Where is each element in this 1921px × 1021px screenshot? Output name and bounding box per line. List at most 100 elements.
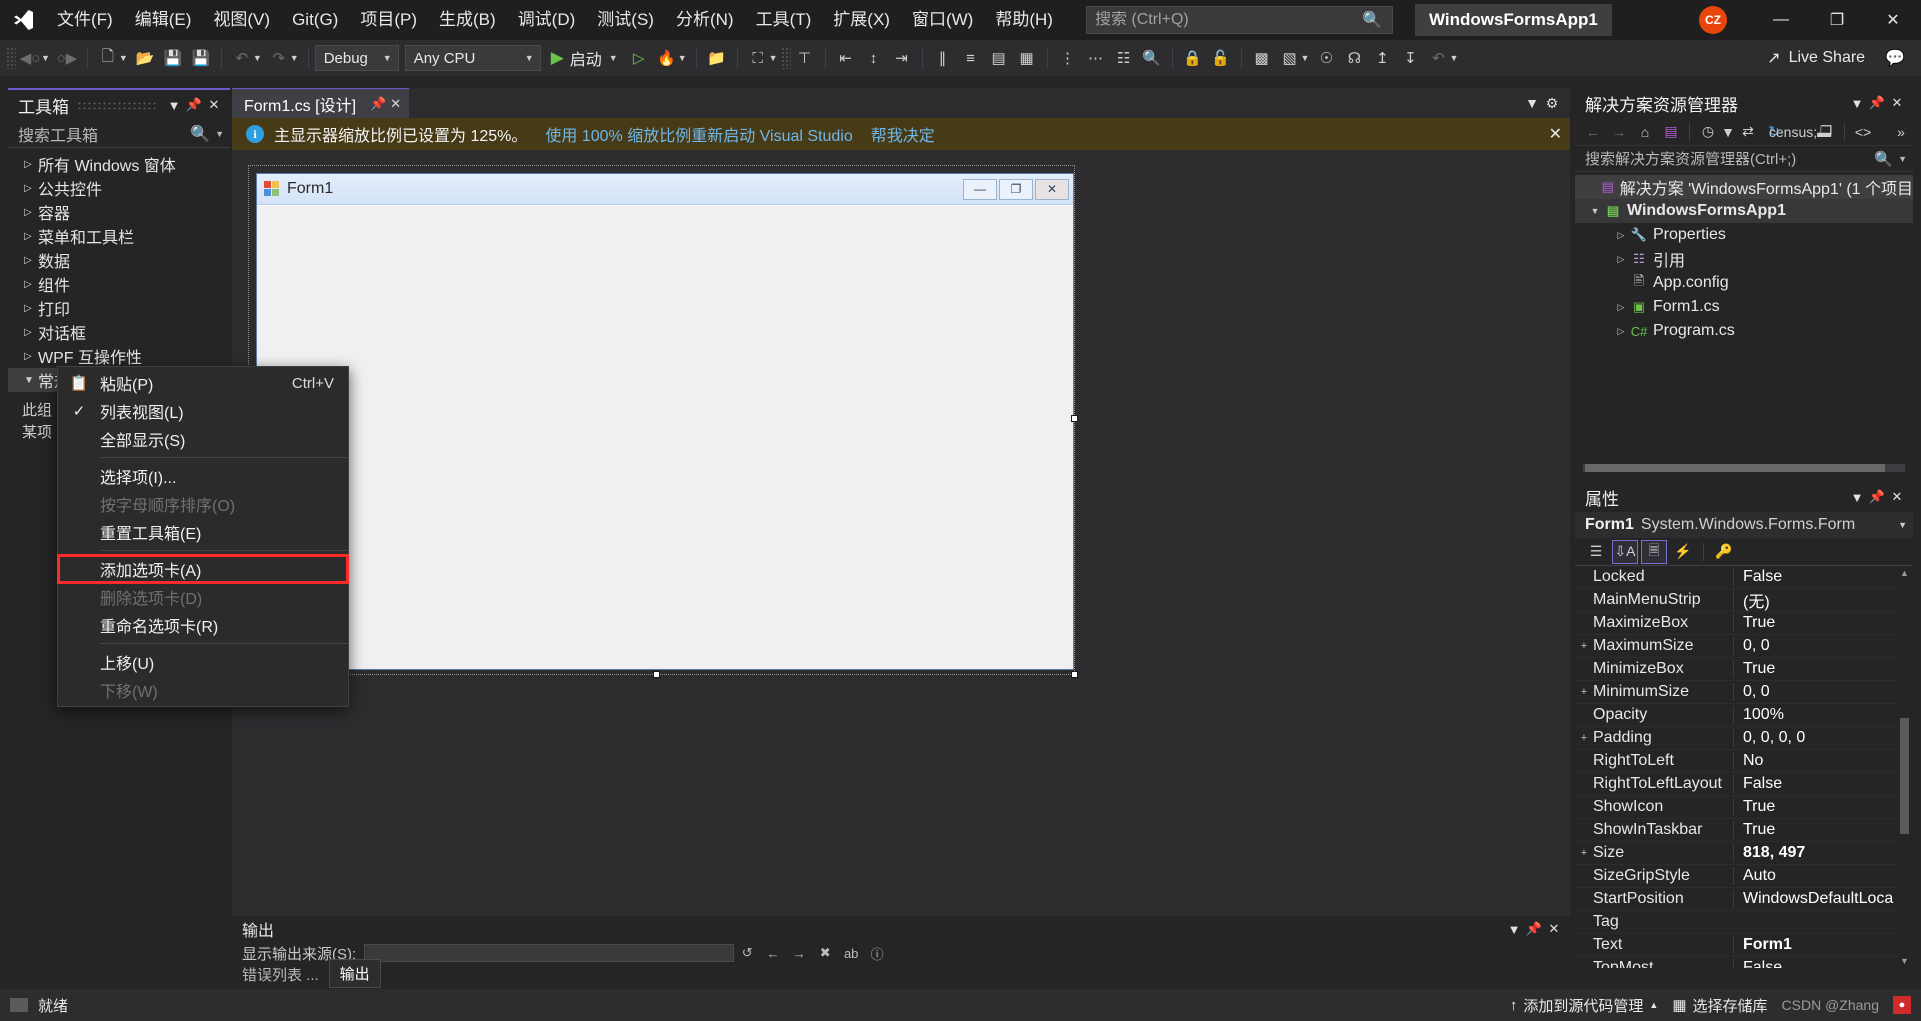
pending-changes-dropdown-icon[interactable]: ▼ (1721, 120, 1735, 144)
select-repository-button[interactable]: ▦ 选择存储库 (1672, 995, 1767, 1016)
tree-item-properties[interactable]: ▷ 🔧 Properties (1575, 223, 1913, 247)
context-menu-item-add-tab[interactable]: 添加选项卡(A) (57, 554, 349, 584)
search-icon-toolbox[interactable]: 🔍 (190, 124, 210, 144)
resize-handle-middle-right[interactable] (1071, 415, 1078, 422)
toolbox-group-data[interactable]: ▷ 数据 (8, 248, 230, 272)
context-menu-item-show-all[interactable]: 全部显示(S) (58, 425, 348, 453)
search-input[interactable] (1094, 11, 1384, 29)
output-clear-icon[interactable]: ↺ (734, 943, 760, 963)
status-notification-icon[interactable] (10, 998, 28, 1012)
navigate-back-icon[interactable]: ◀○ (17, 45, 43, 71)
quick-search-box[interactable]: 🔍 (1085, 6, 1393, 34)
make-same-size-icon[interactable]: ▤ (986, 45, 1012, 71)
solution-platform-combo[interactable]: Any CPU ▼ (404, 45, 541, 71)
solution-explorer-dropdown-icon[interactable]: ▼ (1847, 92, 1867, 114)
chevron-right-icon-references[interactable]: ▷ (1613, 254, 1629, 265)
tab-output[interactable]: 输出 (328, 959, 381, 988)
align-centers-icon[interactable]: ↕ (861, 45, 887, 71)
property-row-locked[interactable]: Locked False (1575, 566, 1913, 589)
size-to-grid-icon[interactable]: ▦ (1014, 45, 1040, 71)
property-row-size[interactable]: + Size 818, 497 (1575, 842, 1913, 865)
property-row-topmost[interactable]: TopMost False (1575, 957, 1913, 968)
menu-extensions[interactable]: 扩展(X) (822, 0, 901, 40)
menu-edit[interactable]: 编辑(E) (124, 0, 203, 40)
undo-dropdown-icon[interactable]: ▼ (253, 53, 262, 63)
designer-surface[interactable]: Form1 — ❐ ✕ (232, 150, 1570, 916)
layout-more-icon[interactable]: ▼ (1301, 53, 1310, 63)
property-row-padding[interactable]: + Padding 0, 0, 0, 0 (1575, 727, 1913, 750)
scroll-down-arrow-icon[interactable]: ▼ (1898, 954, 1911, 968)
se-overflow-icon[interactable]: » (1889, 120, 1913, 144)
avatar[interactable]: CZ (1699, 6, 1727, 34)
properties-vertical-scrollbar[interactable]: ▲ ▼ (1898, 566, 1911, 968)
property-row-tag[interactable]: Tag (1575, 911, 1913, 934)
output-pin-icon[interactable]: 📌 (1524, 918, 1544, 940)
output-close-icon[interactable]: ✕ (1544, 918, 1564, 940)
forward-icon[interactable]: → (1607, 120, 1631, 144)
sync-with-active-document-icon[interactable]: ⇄ (1736, 120, 1760, 144)
se-search-dropdown-icon[interactable]: ▼ (1898, 154, 1907, 164)
property-value-9[interactable]: No (1733, 752, 1913, 770)
property-value-15[interactable]: WindowsDefaultLoca (1733, 890, 1913, 908)
infobar-restart-link[interactable]: 使用 100% 缩放比例重新启动 Visual Studio (545, 122, 852, 146)
search-icon-solution[interactable]: 🔍 (1874, 150, 1893, 168)
resize-handle-bottom-center[interactable] (653, 671, 660, 678)
property-row-showintaskbar[interactable]: ShowInTaskbar True (1575, 819, 1913, 842)
solution-name-chip[interactable]: WindowsFormsApp1 (1414, 4, 1612, 36)
scrollbar-thumb[interactable] (1585, 464, 1885, 472)
winform-client-area[interactable] (257, 205, 1073, 669)
property-row-text[interactable]: Text Form1 (1575, 934, 1913, 957)
window-close-button[interactable]: ✕ (1865, 0, 1921, 40)
property-row-minimumsize[interactable]: + MinimumSize 0, 0 (1575, 681, 1913, 704)
menu-file[interactable]: 文件(F) (46, 0, 124, 40)
save-icon[interactable]: 💾 (160, 45, 186, 71)
start-dropdown-icon[interactable]: ▼ (609, 53, 618, 63)
solution-explorer-search[interactable]: 搜索解决方案资源管理器(Ctrl+;) 🔍 ▼ (1575, 146, 1913, 172)
designer-undo-icon[interactable]: ↶ (1425, 45, 1451, 71)
property-expander-13[interactable]: + (1575, 847, 1593, 859)
property-row-righttoleftlayout[interactable]: RightToLeftLayout False (1575, 773, 1913, 796)
navigate-back-dropdown-icon[interactable]: ▼ (41, 53, 50, 63)
chevron-right-icon-program[interactable]: ▷ (1613, 326, 1629, 337)
window-restore-button[interactable]: ❐ (1809, 0, 1865, 40)
context-menu-item-list-view[interactable]: ✓ 列表视图(L) (58, 397, 348, 425)
categorized-view-icon[interactable]: ☰ (1583, 540, 1609, 564)
property-row-startposition[interactable]: StartPosition WindowsDefaultLoca (1575, 888, 1913, 911)
toolbox-group-dialogs[interactable]: ▷ 对话框 (8, 320, 230, 344)
tab-order-icon[interactable]: ☷ (1111, 45, 1137, 71)
tree-item-project[interactable]: ▼ ▤ WindowsFormsApp1 (1575, 199, 1913, 223)
infobar-close-icon[interactable]: ✕ (1549, 124, 1562, 144)
toolbox-group-all-winforms[interactable]: ▷ 所有 Windows 窗体 (8, 152, 230, 176)
property-value-5[interactable]: True (1733, 660, 1913, 678)
tree-item-solution[interactable]: ▤ 解决方案 'WindowsFormsApp1' (1 个项目 (1575, 175, 1913, 199)
solution-explorer-horizontal-scrollbar[interactable] (1575, 462, 1913, 474)
property-value-17[interactable]: Form1 (1733, 936, 1913, 954)
pending-changes-clock-icon[interactable]: ◷ (1696, 120, 1720, 144)
window-minimize-button[interactable]: — (1753, 0, 1809, 40)
align-top-icon[interactable]: ↥ (1369, 45, 1395, 71)
property-row-minimizebox[interactable]: MinimizeBox True (1575, 658, 1913, 681)
toolbox-search-dropdown-icon[interactable]: ▼ (215, 129, 224, 139)
property-value-14[interactable]: Auto (1733, 867, 1913, 885)
toolbox-close-icon[interactable]: ✕ (204, 94, 224, 116)
menu-view[interactable]: 视图(V) (202, 0, 281, 40)
tab-pin-icon[interactable]: 📌 (370, 96, 386, 112)
winform-maximize-button[interactable]: ❐ (999, 178, 1033, 200)
collapse-all-icon[interactable]: census;▬ (1769, 120, 1831, 144)
redo-icon[interactable]: ↷ (266, 45, 292, 71)
menu-tools[interactable]: 工具(T) (745, 0, 823, 40)
context-menu-item-paste[interactable]: 📋 粘贴(P) Ctrl+V (58, 369, 348, 397)
properties-object-selector[interactable]: Form1 System.Windows.Forms.Form ▼ (1575, 512, 1913, 538)
open-file-icon[interactable]: 📂 (132, 45, 158, 71)
hot-reload-dropdown-icon[interactable]: ▼ (678, 53, 687, 63)
properties-dropdown-icon[interactable]: ▼ (1847, 486, 1867, 508)
toolbox-pin-icon[interactable]: 📌 (184, 94, 204, 116)
properties-scrollbar-thumb[interactable] (1900, 718, 1909, 834)
scroll-up-arrow-icon[interactable]: ▲ (1898, 566, 1911, 580)
menu-window[interactable]: 窗口(W) (901, 0, 984, 40)
winform-minimize-button[interactable]: — (963, 178, 997, 200)
alphabetical-view-icon[interactable]: ⇩A (1612, 539, 1638, 564)
properties-pin-icon[interactable]: 📌 (1867, 486, 1887, 508)
menu-test[interactable]: 测试(S) (586, 0, 665, 40)
align-rights-icon[interactable]: ⇥ (889, 45, 915, 71)
